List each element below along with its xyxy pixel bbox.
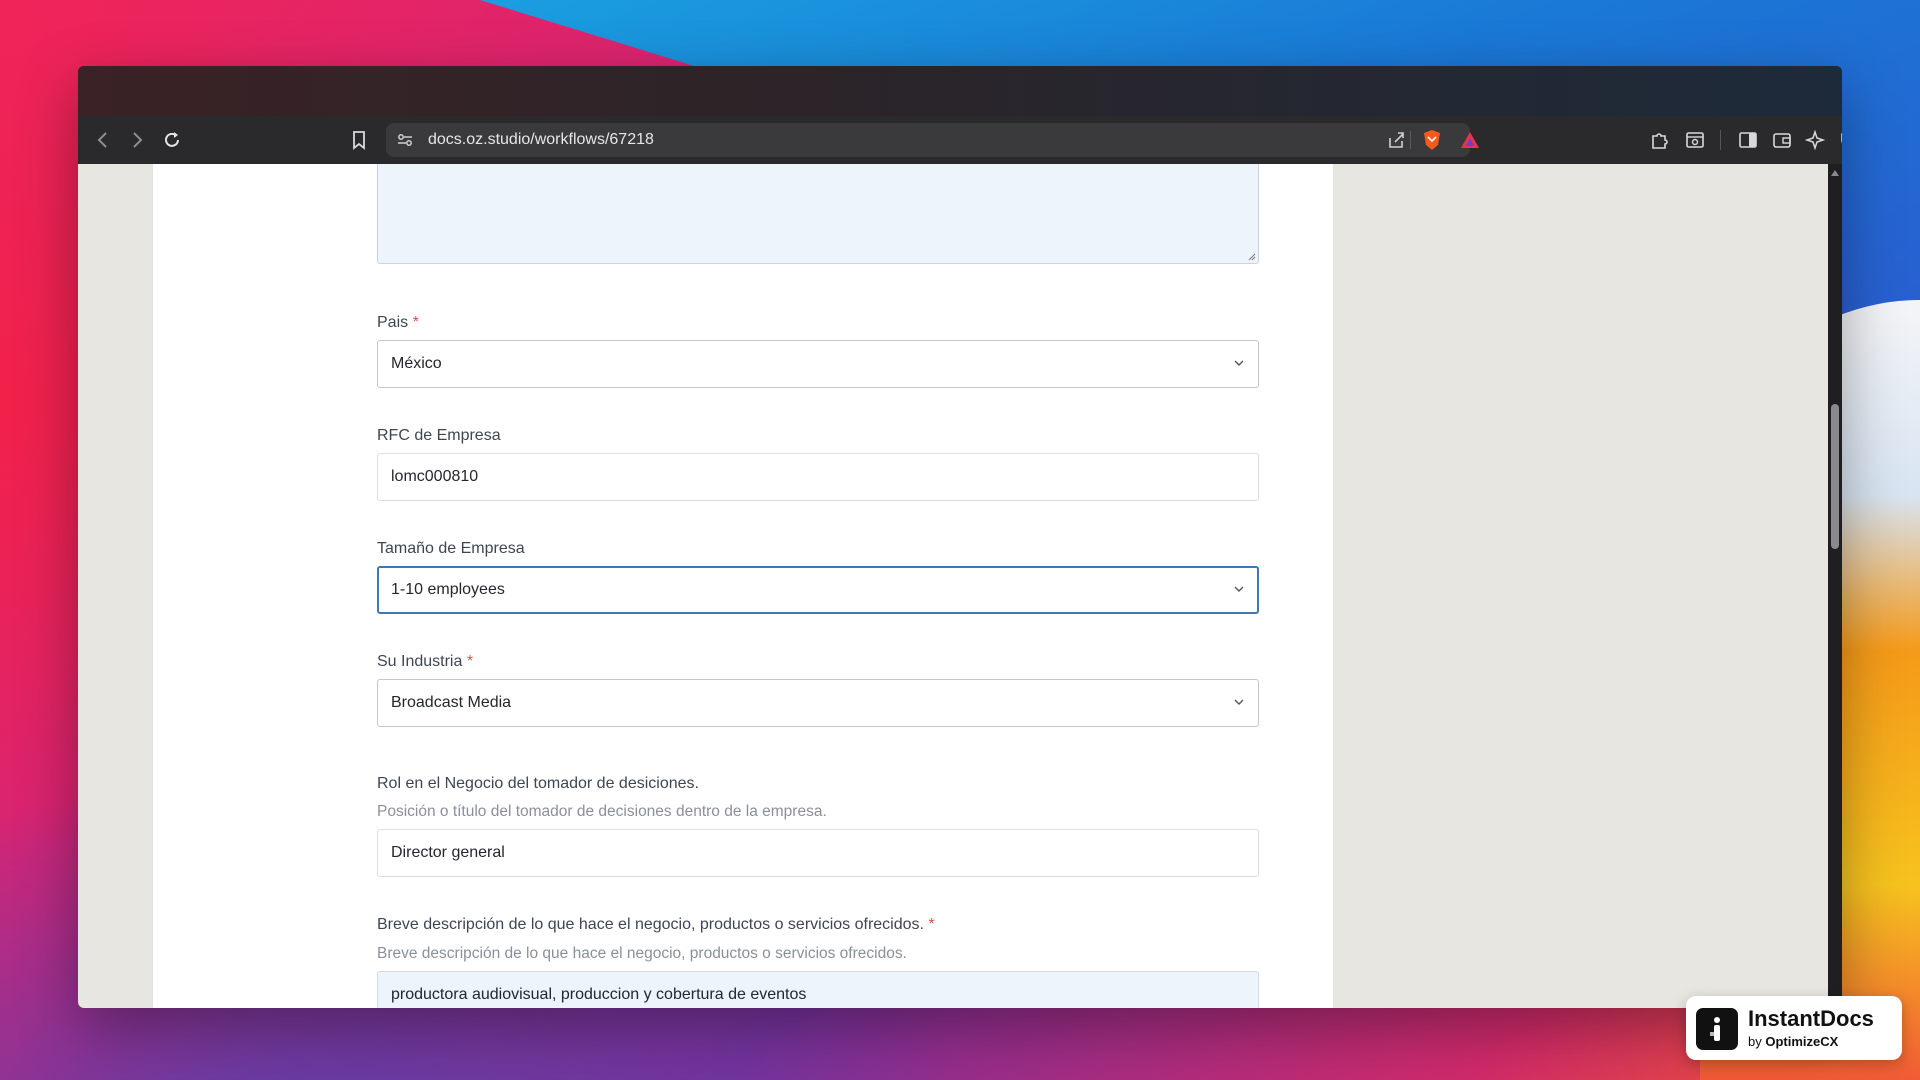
brave-shield-icon[interactable] bbox=[1422, 129, 1442, 156]
share-icon[interactable] bbox=[1386, 130, 1406, 155]
window-titlebar[interactable] bbox=[78, 66, 1842, 116]
sidebar-icon[interactable] bbox=[1734, 126, 1762, 154]
reload-icon[interactable] bbox=[157, 125, 187, 155]
rol-help: Posición o título del tomador de decisio… bbox=[377, 803, 827, 820]
descripcion-value: productora audiovisual, produccion y cob… bbox=[391, 986, 807, 1003]
rfc-label: RFC de Empresa bbox=[377, 427, 501, 444]
pais-select[interactable]: México bbox=[377, 340, 1259, 388]
industria-label-text: Su Industria bbox=[377, 653, 463, 670]
chevron-down-icon bbox=[1234, 360, 1244, 366]
badge-sub-prefix: by bbox=[1748, 1034, 1762, 1049]
browser-window: docs.oz.studio/workflows/67218 Pais * Mé… bbox=[78, 66, 1842, 1008]
scroll-thumb[interactable] bbox=[1831, 404, 1839, 549]
toolbar-divider bbox=[1720, 130, 1721, 150]
extensions-icon[interactable] bbox=[1646, 126, 1674, 154]
form-card: Pais * México RFC de Empresa lomc000810 … bbox=[152, 164, 1334, 1008]
badge-title: InstantDocs bbox=[1748, 1006, 1874, 1031]
tamano-label: Tamaño de Empresa bbox=[377, 540, 525, 557]
page-scrollbar[interactable] bbox=[1828, 164, 1842, 1008]
page-viewport: Pais * México RFC de Empresa lomc000810 … bbox=[78, 164, 1828, 1008]
reader-mode-icon[interactable] bbox=[1681, 126, 1709, 154]
industria-value: Broadcast Media bbox=[391, 694, 512, 711]
address-bar[interactable]: docs.oz.studio/workflows/67218 bbox=[386, 123, 1479, 157]
rfc-input[interactable]: lomc000810 bbox=[377, 453, 1259, 501]
resize-grip-icon[interactable] bbox=[1248, 253, 1256, 261]
previous-textarea[interactable] bbox=[377, 164, 1259, 264]
rol-value: Director general bbox=[391, 844, 505, 861]
back-icon[interactable] bbox=[88, 125, 118, 155]
urlbar-divider bbox=[1410, 131, 1411, 149]
descripcion-label-text: Breve descripción de lo que hace el nego… bbox=[377, 916, 924, 933]
site-settings-icon[interactable] bbox=[396, 131, 414, 154]
tamano-select[interactable]: 1-10 employees bbox=[377, 566, 1259, 614]
wallet-icon[interactable] bbox=[1768, 126, 1796, 154]
leo-ai-icon[interactable] bbox=[1802, 126, 1830, 154]
badge-sub-brand: OptimizeCX bbox=[1765, 1034, 1839, 1049]
required-mark: * bbox=[928, 916, 935, 933]
scroll-up-arrow-icon[interactable] bbox=[1831, 170, 1839, 176]
forward-icon[interactable] bbox=[122, 125, 152, 155]
vpn-icon[interactable] bbox=[1836, 126, 1842, 154]
url-text[interactable]: docs.oz.studio/workflows/67218 bbox=[428, 131, 654, 149]
tamano-value: 1-10 employees bbox=[391, 581, 505, 598]
brave-rewards-icon[interactable] bbox=[1460, 130, 1480, 155]
pais-label-text: Pais bbox=[377, 314, 409, 331]
bookmark-icon[interactable] bbox=[344, 125, 374, 155]
descripcion-input[interactable]: productora audiovisual, produccion y cob… bbox=[377, 971, 1259, 1008]
industria-label: Su Industria * bbox=[377, 653, 473, 671]
pais-label: Pais * bbox=[377, 314, 419, 332]
browser-toolbar: docs.oz.studio/workflows/67218 bbox=[78, 116, 1842, 164]
industria-select[interactable]: Broadcast Media bbox=[377, 679, 1259, 727]
rol-label: Rol en el Negocio del tomador de desicio… bbox=[377, 775, 699, 792]
required-mark: * bbox=[412, 314, 419, 331]
chevron-down-icon bbox=[1234, 699, 1244, 705]
chevron-down-icon bbox=[1234, 586, 1244, 592]
rfc-value: lomc000810 bbox=[391, 468, 479, 485]
instantdocs-logo-icon bbox=[1696, 1008, 1738, 1050]
descripcion-help: Breve descripción de lo que hace el nego… bbox=[377, 945, 907, 962]
badge-subtitle: by OptimizeCX bbox=[1748, 1034, 1838, 1049]
pais-value: México bbox=[391, 355, 442, 372]
instantdocs-badge: InstantDocs by OptimizeCX bbox=[1686, 996, 1902, 1060]
descripcion-label: Breve descripción de lo que hace el nego… bbox=[377, 916, 935, 934]
required-mark: * bbox=[466, 653, 474, 670]
rol-input[interactable]: Director general bbox=[377, 829, 1259, 877]
